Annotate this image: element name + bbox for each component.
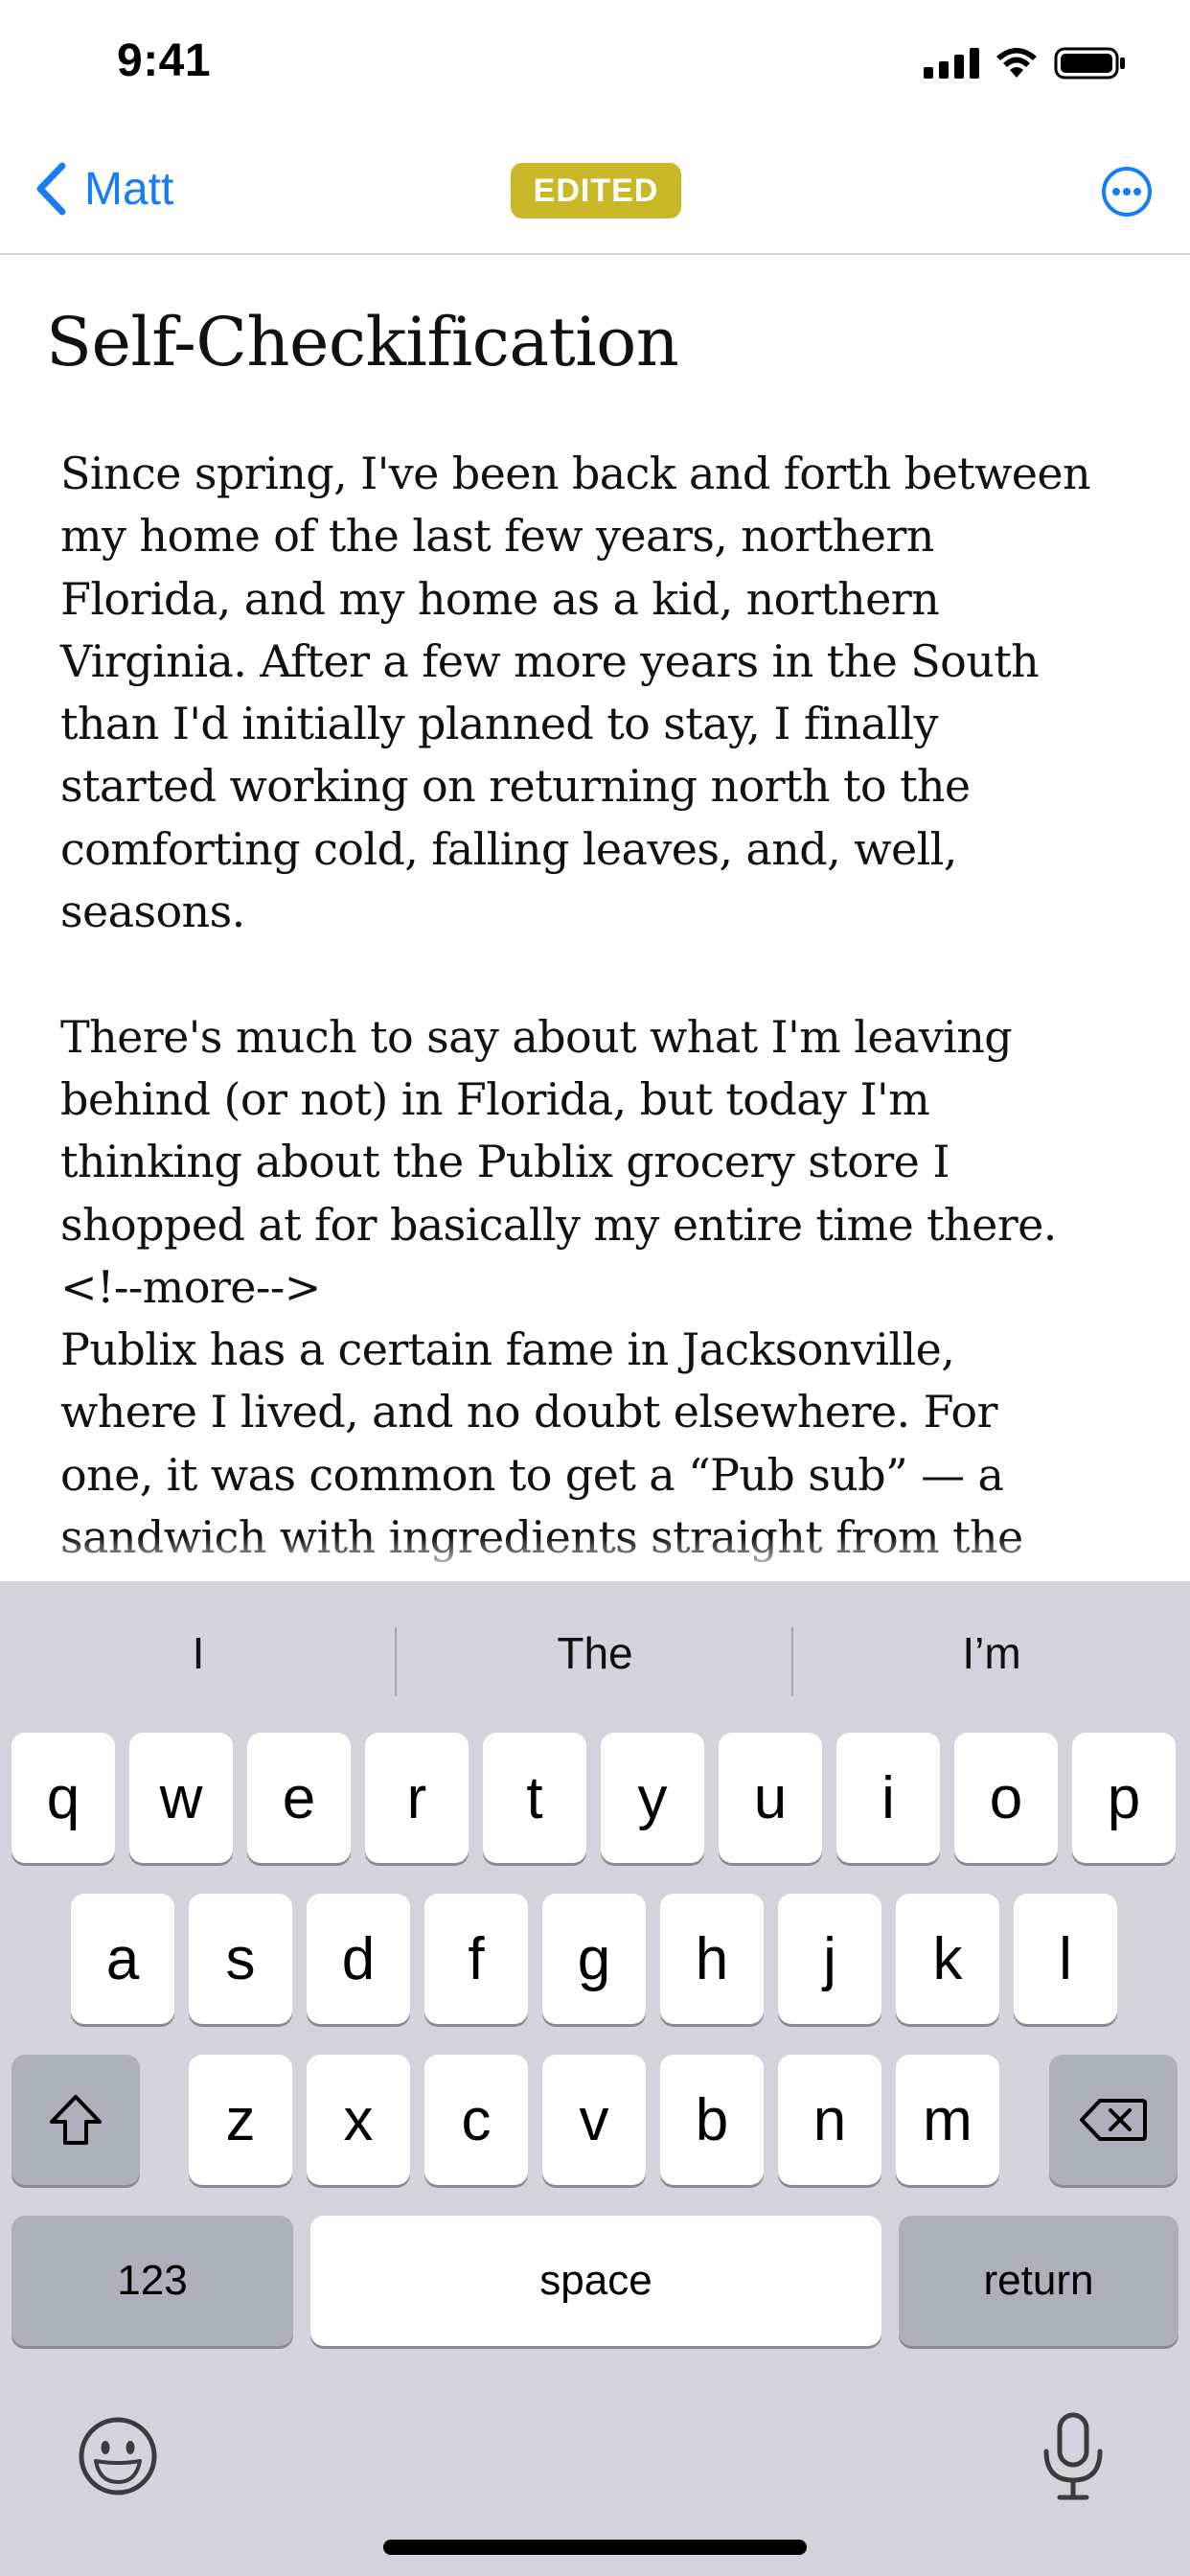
key-q[interactable]: q <box>11 1733 115 1863</box>
key-g[interactable]: g <box>542 1894 646 2024</box>
shift-icon <box>50 2095 102 2145</box>
key-r[interactable]: r <box>365 1733 469 1863</box>
key-l[interactable]: l <box>1014 1894 1117 2024</box>
suggestion-3[interactable]: I’m <box>793 1610 1190 1696</box>
body-line: Virginia. After a few more years in the … <box>60 634 1040 687</box>
emoji-icon <box>79 2417 157 2496</box>
body-line: There's much to say about what I'm leavi… <box>60 1010 1013 1063</box>
predictive-bar: I The I’m <box>0 1610 1190 1696</box>
back-button[interactable]: Matt <box>34 161 173 217</box>
key-t[interactable]: t <box>483 1733 586 1863</box>
key-a[interactable]: a <box>71 1894 174 2024</box>
key-x[interactable]: x <box>307 2055 410 2185</box>
body-line: started working on returning north to th… <box>60 760 971 813</box>
microphone-icon <box>1043 2412 1103 2500</box>
key-w[interactable]: w <box>129 1733 233 1863</box>
delete-backspace-icon <box>1080 2099 1147 2141</box>
post-title[interactable]: Self-Checkification <box>46 303 679 381</box>
key-o[interactable]: o <box>954 1733 1058 1863</box>
body-line: <!--more--> <box>60 1260 321 1313</box>
dictation-button[interactable] <box>1037 2411 1110 2503</box>
body-line: one, it was common to get a “Pub sub” — … <box>60 1448 1004 1501</box>
body-line: where I lived, and no doubt elsewhere. F… <box>60 1386 997 1438</box>
battery-icon <box>1054 47 1125 80</box>
shift-key[interactable] <box>11 2055 140 2185</box>
key-k[interactable]: k <box>896 1894 999 2024</box>
scroll-fade <box>0 1537 1190 1581</box>
keyboard: I The I’m q w e r t y u i o p a s d f g … <box>0 1581 1190 2576</box>
ellipsis-circle-icon <box>1102 167 1152 217</box>
home-indicator[interactable] <box>383 2540 807 2555</box>
status-time: 9:41 <box>117 35 212 86</box>
key-y[interactable]: y <box>601 1733 704 1863</box>
body-line: seasons. <box>60 886 245 938</box>
body-line: behind (or not) in Florida, but today I'… <box>60 1072 930 1125</box>
post-body[interactable]: Since spring, I've been back and forth b… <box>60 443 1162 1569</box>
key-z[interactable]: z <box>189 2055 292 2185</box>
numbers-key[interactable]: 123 <box>11 2216 293 2346</box>
key-u[interactable]: u <box>719 1733 822 1863</box>
chevron-left-icon <box>36 162 66 216</box>
key-f[interactable]: f <box>424 1894 528 2024</box>
key-b[interactable]: b <box>660 2055 764 2185</box>
body-line: Publix has a certain fame in Jacksonvill… <box>60 1323 955 1376</box>
wifi-icon <box>996 48 1037 78</box>
key-e[interactable]: e <box>247 1733 351 1863</box>
key-n[interactable]: n <box>778 2055 881 2185</box>
key-d[interactable]: d <box>307 1894 410 2024</box>
suggestion-2[interactable]: The <box>397 1610 793 1696</box>
key-p[interactable]: p <box>1072 1733 1176 1863</box>
body-line: shopped at for basically my entire time … <box>60 1198 1057 1251</box>
body-line <box>60 943 1162 1005</box>
key-s[interactable]: s <box>189 1894 292 2024</box>
body-line: Florida, and my home as a kid, northern <box>60 572 940 625</box>
return-key[interactable]: return <box>899 2216 1179 2346</box>
suggestion-1[interactable]: I <box>0 1610 397 1696</box>
cellular-signal-icon <box>924 48 979 79</box>
back-label: Matt <box>84 163 174 215</box>
post-editor[interactable]: Self-Checkification Since spring, I've b… <box>0 255 1190 1581</box>
key-m[interactable]: m <box>896 2055 999 2185</box>
emoji-button[interactable] <box>77 2415 159 2497</box>
status-bar: 9:41 <box>0 0 1190 134</box>
key-i[interactable]: i <box>836 1733 940 1863</box>
key-v[interactable]: v <box>542 2055 646 2185</box>
space-key[interactable]: space <box>310 2216 881 2346</box>
edited-badge: EDITED <box>511 163 681 218</box>
nav-bar: Matt EDITED <box>0 134 1190 255</box>
body-line: thinking about the Publix grocery store … <box>60 1136 950 1188</box>
delete-key[interactable] <box>1049 2055 1178 2185</box>
more-options-button[interactable] <box>1098 163 1156 220</box>
key-j[interactable]: j <box>778 1894 881 2024</box>
body-line: Since spring, I've been back and forth b… <box>60 448 1091 499</box>
body-line: comforting cold, falling leaves, and, we… <box>60 822 957 875</box>
key-c[interactable]: c <box>424 2055 528 2185</box>
status-icons <box>924 46 1127 80</box>
key-h[interactable]: h <box>660 1894 764 2024</box>
body-line: my home of the last few years, northern <box>60 510 934 563</box>
body-line: than I'd initially planned to stay, I fi… <box>60 698 939 750</box>
